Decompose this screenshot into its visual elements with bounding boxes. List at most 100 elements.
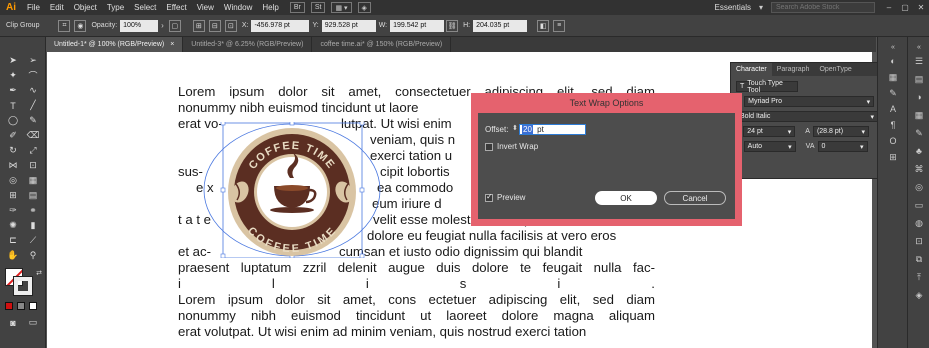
gpu-performance-icon[interactable]: ◈ — [357, 2, 371, 13]
font-style-select[interactable]: Bold Italic ▾ — [736, 111, 878, 122]
handle[interactable] — [220, 253, 226, 258]
invert-wrap-checkbox[interactable] — [485, 143, 493, 151]
hand-tool-icon[interactable]: ✋ — [4, 248, 22, 263]
bridge-icon[interactable]: Br — [289, 2, 305, 13]
panel-collapse-icon[interactable]: « — [886, 41, 900, 53]
blend-tool-icon[interactable]: ⚭ — [24, 203, 42, 218]
tab-opentype[interactable]: OpenType — [814, 63, 856, 76]
draw-mode-icon[interactable]: ◙ — [4, 315, 22, 330]
dock-collapse-icon[interactable]: « — [912, 41, 926, 53]
menu-help[interactable]: Help — [257, 3, 283, 12]
menu-view[interactable]: View — [192, 3, 219, 12]
symbols-icon[interactable]: ♣ — [912, 145, 926, 157]
distribute-icon[interactable]: ⊟ — [208, 19, 221, 32]
perspective-grid-icon[interactable]: ▦ — [24, 173, 42, 188]
w-field[interactable]: 199.542 pt — [390, 19, 445, 32]
mesh-tool-icon[interactable]: ⊞ — [4, 188, 22, 203]
appearance-icon[interactable]: ◎ — [912, 181, 926, 193]
tab-paragraph[interactable]: Paragraph — [772, 63, 815, 76]
cancel-button[interactable]: Cancel — [664, 191, 726, 205]
graphic-styles-icon[interactable]: ⌘ — [912, 163, 926, 175]
zoom-tool-icon[interactable]: ⚲ — [24, 248, 42, 263]
stock-icon[interactable]: St — [310, 2, 326, 13]
shaper-tool-icon[interactable]: ✐ — [4, 128, 22, 143]
menu-effect[interactable]: Effect — [161, 3, 191, 12]
stroke-icon[interactable]: ▭ — [912, 199, 926, 211]
handle[interactable] — [289, 122, 295, 126]
direct-selection-tool-icon[interactable]: ➢ — [24, 53, 42, 68]
swatches-panel-icon[interactable]: ▦ — [886, 71, 900, 83]
pathfinder-icon[interactable]: ⧉ — [912, 253, 926, 265]
arrange-documents-icon[interactable]: ▦ ▾ — [331, 2, 352, 13]
opacity-chevron-icon[interactable]: › — [161, 21, 164, 30]
selection-tool-icon[interactable]: ➤ — [4, 53, 22, 68]
scale-tool-icon[interactable]: ⤢ — [24, 143, 42, 158]
brush-icon[interactable]: ✎ — [912, 127, 926, 139]
tab-character[interactable]: Character — [731, 63, 772, 76]
gradient-mode[interactable] — [17, 302, 25, 310]
transparency-icon[interactable]: ◍ — [912, 217, 926, 229]
rotate-tool-icon[interactable]: ↻ — [4, 143, 22, 158]
offset-input[interactable]: 20 pt — [519, 124, 586, 135]
brushes-panel-icon[interactable]: ✎ — [886, 87, 900, 99]
paragraph-panel-icon[interactable]: ¶ — [886, 119, 900, 131]
offset-stepper-icon[interactable]: ⬍ — [512, 124, 518, 132]
ellipse-tool-icon[interactable]: ◯ — [4, 113, 22, 128]
swap-colors-icon[interactable]: ⇄ — [30, 265, 48, 280]
handle[interactable] — [359, 253, 365, 258]
symbol-sprayer-icon[interactable]: ✺ — [4, 218, 22, 233]
leading-field[interactable]: (28.8 pt) ▾ — [812, 126, 869, 137]
opentype-panel-icon[interactable]: O — [886, 135, 900, 147]
character-panel-icon[interactable]: A — [886, 103, 900, 115]
workspace-chevron-icon[interactable]: ▾ — [759, 3, 763, 12]
font-family-select[interactable]: Myriad Pro ▾ — [744, 96, 875, 107]
handle[interactable] — [220, 187, 226, 193]
font-size-field[interactable]: 24 pt ▾ — [743, 126, 796, 137]
style-icon[interactable]: ▢ — [168, 19, 181, 32]
transform-panel-icon[interactable]: ⊡ — [912, 235, 926, 247]
search-stock-input[interactable] — [771, 2, 875, 13]
options-icon[interactable]: ≡ — [553, 19, 566, 32]
properties-panel-icon[interactable]: ☰ — [912, 55, 926, 67]
link-proportions-icon[interactable]: ⛓ — [446, 19, 459, 32]
lasso-icon[interactable]: ⌒ — [24, 68, 42, 83]
close-icon[interactable]: ✕ — [913, 3, 929, 12]
h-field[interactable]: 204.035 pt — [473, 19, 528, 32]
menu-type[interactable]: Type — [102, 3, 129, 12]
menu-file[interactable]: File — [22, 3, 45, 12]
layers-grid-icon[interactable]: ▦ — [912, 109, 926, 121]
free-transform-icon[interactable]: ⊡ — [24, 158, 42, 173]
type-tool-icon[interactable]: T — [4, 98, 22, 113]
workspace-switcher[interactable]: Essentials — [715, 3, 751, 12]
align-panel-icon[interactable]: ⊞ — [886, 151, 900, 163]
menu-object[interactable]: Object — [69, 3, 102, 12]
close-tab-icon[interactable]: × — [170, 41, 174, 48]
minimize-icon[interactable]: – — [881, 3, 897, 12]
eraser-icon[interactable]: ⌫ — [24, 128, 42, 143]
tab-coffee-time[interactable]: coffee time.ai* @ 150% (RGB/Preview) — [312, 37, 452, 52]
menu-edit[interactable]: Edit — [45, 3, 69, 12]
align-icon[interactable]: ⊞ — [192, 19, 205, 32]
column-graph-icon[interactable]: ▮ — [24, 218, 42, 233]
none-mode[interactable] — [29, 302, 37, 310]
coffee-time-logo[interactable]: COFFEE TIME COFFEE TIME — [202, 122, 382, 258]
pen-tool-icon[interactable]: ✒ — [4, 83, 22, 98]
paintbrush-icon[interactable]: ✎ — [24, 113, 42, 128]
menu-window[interactable]: Window — [219, 3, 257, 12]
libraries-panel-icon[interactable]: ▤ — [912, 73, 926, 85]
line-tool-icon[interactable]: ╱ — [24, 98, 42, 113]
reflect-icon[interactable]: ◧ — [537, 19, 550, 32]
transform-icon[interactable]: ⊡ — [224, 19, 237, 32]
color-guide-icon[interactable]: ◑ — [912, 91, 926, 103]
gradient-tool-icon[interactable]: ▤ — [24, 188, 42, 203]
maximize-icon[interactable]: ▢ — [897, 3, 913, 12]
menu-select[interactable]: Select — [129, 3, 161, 12]
recolor-icon[interactable]: ◉ — [74, 19, 87, 32]
preview-checkbox[interactable]: ✓ — [485, 192, 493, 202]
slice-tool-icon[interactable]: ⟋ — [24, 233, 42, 248]
handle[interactable] — [359, 187, 365, 193]
handle[interactable] — [220, 122, 226, 126]
x-field[interactable]: -456.978 pt — [251, 19, 310, 32]
kerning-field[interactable]: Auto ▾ — [743, 141, 796, 152]
ok-button[interactable]: OK — [595, 191, 657, 205]
